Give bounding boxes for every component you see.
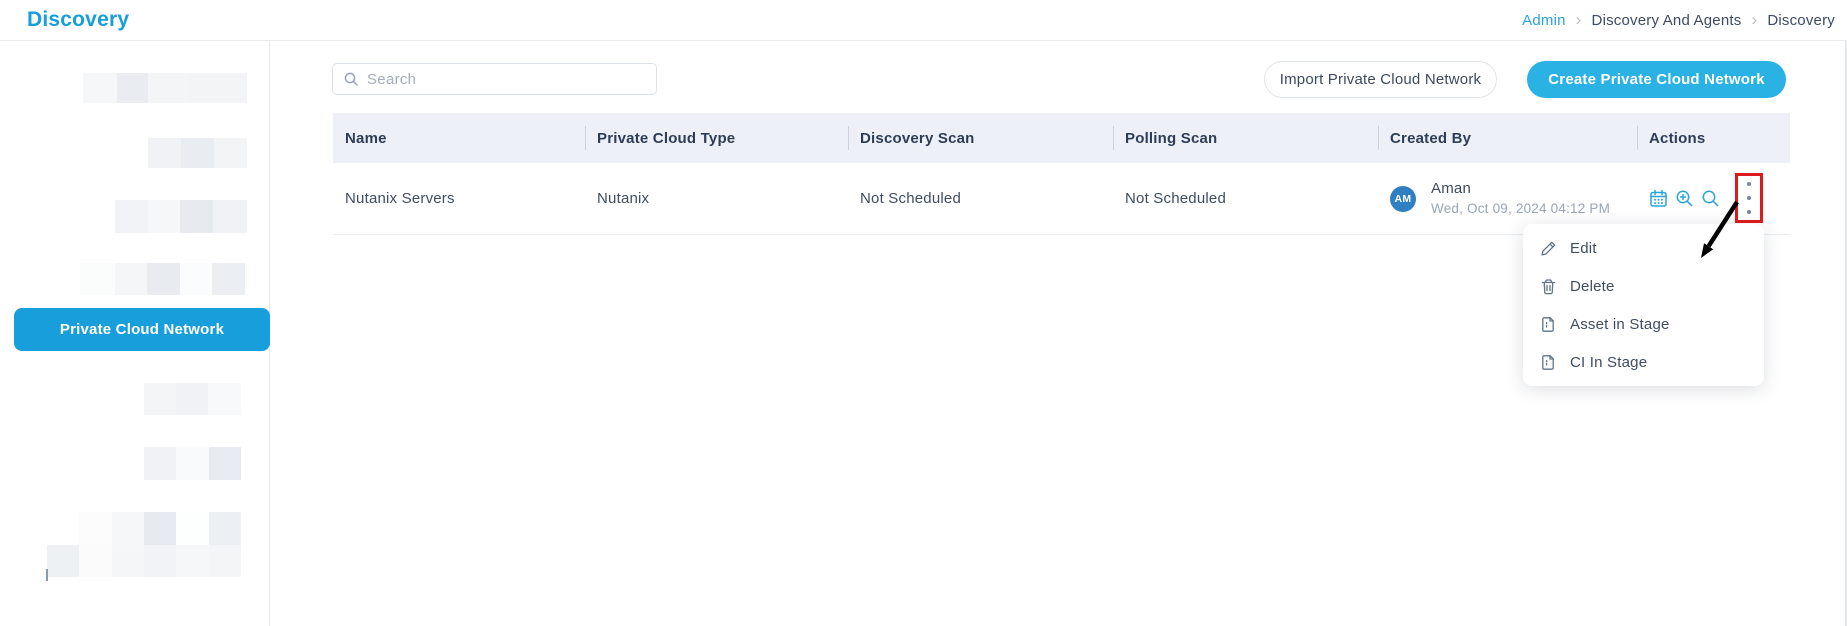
search-icon [344,72,358,86]
column-header-created-by: Created By [1378,113,1637,163]
page-title: Discovery [27,8,130,31]
breadcrumb-discovery: Discovery [1767,11,1835,29]
search-input[interactable] [367,70,646,88]
column-header-polling-scan: Polling Scan [1113,113,1378,163]
column-header-discovery-scan: Discovery Scan [848,113,1113,163]
top-bar: Discovery Admin › Discovery And Agents ›… [0,0,1847,41]
annotation-highlight-box [1735,173,1763,223]
calendar-icon [1650,189,1667,207]
zoom-in-icon [1676,190,1693,207]
chevron-right-icon: › [1575,9,1582,29]
search-box [332,63,657,95]
breadcrumb-discovery-and-agents[interactable]: Discovery And Agents [1592,12,1742,29]
column-header-name: Name [345,129,387,147]
skeleton-block [148,138,247,168]
asset-in-stage-icon [1542,316,1554,332]
row-actions-menu-button[interactable] [1745,180,1753,216]
menu-item-asset-in-stage[interactable]: Asset in Stage [1523,305,1764,343]
edit-icon [1541,241,1556,256]
context-menu: Edit Delete Asset in Stage CI In Stage [1523,224,1764,386]
created-by-name: Aman [1431,180,1471,197]
sidebar-item-private-cloud-network[interactable]: Private Cloud Network [14,308,270,351]
menu-item-label: Delete [1570,277,1615,295]
import-private-cloud-network-button[interactable]: Import Private Cloud Network [1264,61,1497,98]
menu-item-label: Edit [1570,239,1597,257]
menu-item-delete[interactable]: Delete [1523,267,1764,305]
text-cursor [46,569,48,581]
table-header: Name Private Cloud Type Discovery Scan P… [333,113,1790,163]
zoom-in-button[interactable] [1675,189,1694,208]
menu-item-ci-in-stage[interactable]: CI In Stage [1523,343,1764,381]
delete-icon [1541,278,1556,294]
menu-item-label: CI In Stage [1570,353,1648,371]
skeleton-block [80,263,245,295]
menu-item-label: Asset in Stage [1570,315,1670,333]
skeleton-block [115,200,247,233]
search-assets-button[interactable] [1701,189,1720,208]
created-by-date: Wed, Oct 09, 2024 04:12 PM [1431,201,1611,216]
column-header-actions: Actions [1637,113,1790,163]
cell-name: Nutanix Servers [345,190,455,207]
schedule-scan-button[interactable] [1649,189,1668,208]
menu-item-edit[interactable]: Edit [1523,229,1764,267]
skeleton-block [144,383,241,415]
skeleton-block [79,512,241,545]
cell-discovery-scan: Not Scheduled [860,190,962,207]
sidebar: Private Cloud Network [0,41,270,626]
chevron-right-icon: › [1751,9,1758,29]
ci-in-stage-icon [1542,354,1554,370]
cell-polling-scan: Not Scheduled [1125,190,1227,207]
search-icon [1702,190,1719,207]
skeleton-block [47,545,241,577]
column-header-private-cloud-type: Private Cloud Type [585,113,848,163]
kebab-menu-icon [1747,182,1751,186]
private-cloud-network-table: Name Private Cloud Type Discovery Scan P… [333,113,1790,235]
skeleton-block [83,73,247,103]
cell-private-cloud-type: Nutanix [597,190,650,207]
sidebar-item-label: Private Cloud Network [59,321,225,338]
breadcrumb: Admin › Discovery And Agents › Discovery [1522,9,1835,29]
create-private-cloud-network-button[interactable]: Create Private Cloud Network [1527,61,1786,98]
skeleton-block [144,447,241,480]
avatar: AM [1390,185,1416,212]
discovery-page: Discovery Admin › Discovery And Agents ›… [0,0,1847,626]
breadcrumb-admin[interactable]: Admin [1522,12,1566,29]
